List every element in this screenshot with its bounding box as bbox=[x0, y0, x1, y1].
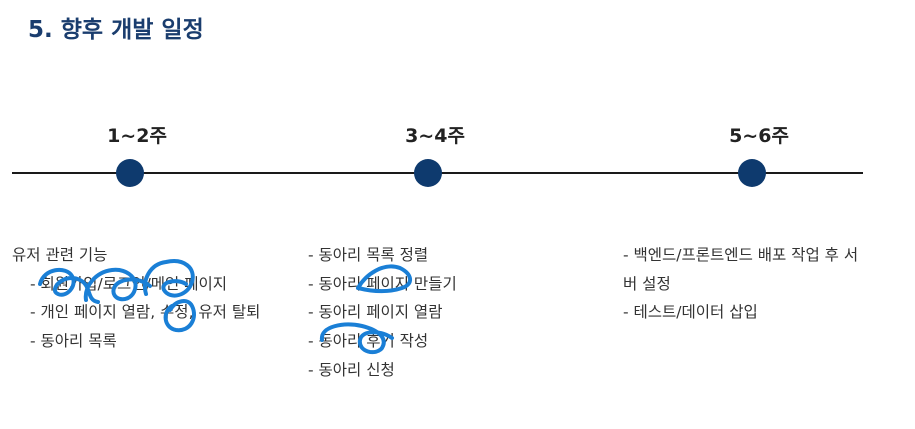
milestone-2-item: - 동아리 페이지 열람 bbox=[308, 303, 443, 321]
milestone-3-item: - 백엔드/프론트엔드 배포 작업 후 서 bbox=[623, 246, 859, 264]
milestone-3-item: 버 설정 bbox=[623, 275, 671, 293]
milestone-2-item: - 동아리 후기 작성 bbox=[308, 332, 429, 350]
milestone-1-item: - 개인 페이지 열람, 수정, 유저 탈퇴 bbox=[30, 303, 261, 321]
milestone-period-2: 3~4주 bbox=[405, 125, 465, 147]
milestone-1-item: - 회원가입/로그인/메인 페이지 bbox=[30, 275, 228, 293]
milestone-2-item: - 동아리 페이지 만들기 bbox=[308, 275, 457, 293]
page-title: 5. 향후 개발 일정 bbox=[28, 17, 204, 43]
milestone-dot-1 bbox=[116, 159, 144, 187]
milestone-2-item: - 동아리 목록 정렬 bbox=[308, 246, 429, 264]
milestone-dot-2 bbox=[414, 159, 442, 187]
milestone-period-1: 1~2주 bbox=[107, 125, 167, 147]
milestone-3-item: - 테스트/데이터 삽입 bbox=[623, 303, 758, 321]
milestone-period-3: 5~6주 bbox=[729, 125, 789, 147]
milestone-1-item: - 동아리 목록 bbox=[30, 332, 117, 350]
milestone-dot-3 bbox=[738, 159, 766, 187]
handwritten-annotations bbox=[38, 259, 412, 355]
milestone-2-item: - 동아리 신청 bbox=[308, 361, 395, 379]
milestone-1-heading: 유저 관련 기능 bbox=[12, 246, 108, 264]
